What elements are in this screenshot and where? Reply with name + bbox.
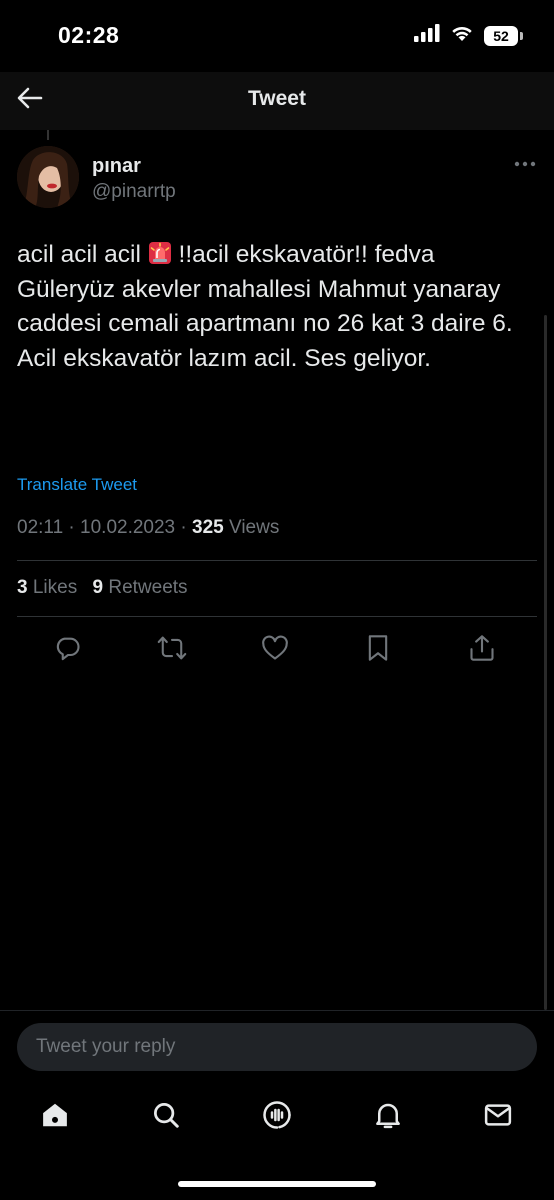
tweet-action-bar <box>0 630 554 670</box>
cellular-signal-icon <box>414 24 440 47</box>
tab-home[interactable] <box>35 1097 75 1137</box>
tweet-time: 02:11 <box>17 517 64 538</box>
like-icon <box>261 635 289 666</box>
reply-input[interactable] <box>34 1035 518 1059</box>
divider <box>0 1010 554 1011</box>
search-icon <box>151 1100 181 1135</box>
retweets-count: 9 <box>92 577 104 598</box>
home-indicator[interactable] <box>178 1181 376 1187</box>
share-button[interactable] <box>462 630 502 670</box>
like-button[interactable] <box>255 630 295 670</box>
retweets-label: Retweets <box>108 577 188 598</box>
likes-label: Likes <box>32 577 78 598</box>
thread-line <box>47 130 49 140</box>
tab-messages[interactable] <box>478 1097 518 1137</box>
translate-tweet-link[interactable]: Translate Tweet <box>17 475 137 495</box>
tab-notifications[interactable] <box>368 1097 408 1137</box>
spaces-icon <box>262 1100 292 1135</box>
retweet-button[interactable] <box>152 630 192 670</box>
divider <box>17 560 537 561</box>
bottom-tab-bar <box>0 1092 554 1142</box>
wifi-icon <box>450 24 474 47</box>
share-icon <box>469 634 495 667</box>
more-dots-icon <box>514 154 536 172</box>
author-display-name[interactable]: pınar <box>92 155 141 178</box>
header-bar: Tweet <box>0 72 554 130</box>
home-icon <box>40 1100 70 1135</box>
messages-icon <box>483 1100 513 1135</box>
bookmark-icon <box>366 634 390 667</box>
tab-search[interactable] <box>146 1097 186 1137</box>
views-count: 325 <box>192 517 224 538</box>
retweet-icon <box>157 634 187 667</box>
likes-stat[interactable]: 3 Likes <box>17 577 77 598</box>
avatar[interactable] <box>17 146 79 208</box>
tab-spaces[interactable] <box>257 1097 297 1137</box>
meta-separator: · <box>68 517 75 538</box>
author-handle[interactable]: @pinarrtp <box>92 181 176 203</box>
status-icons: 52 <box>414 24 523 47</box>
siren-emoji-icon <box>148 241 172 265</box>
page-title: Tweet <box>248 87 306 110</box>
tweet-stats: 3 Likes 9 Retweets <box>17 577 198 599</box>
scrollbar[interactable] <box>544 315 547 1010</box>
reply-icon <box>54 634 82 667</box>
reply-box[interactable] <box>17 1023 537 1071</box>
views-label: Views <box>229 517 280 538</box>
notifications-icon <box>373 1100 403 1135</box>
bookmark-button[interactable] <box>358 630 398 670</box>
status-bar: 02:28 52 <box>0 0 554 72</box>
likes-count: 3 <box>17 577 28 598</box>
tweet-text-part-1: acil acil acil <box>17 241 148 268</box>
tweet-meta: 02:11 · 10.02.2023 · 325 Views <box>17 517 279 539</box>
divider <box>17 616 537 617</box>
meta-separator: · <box>180 517 187 538</box>
status-time: 02:28 <box>58 22 120 48</box>
views-stat[interactable]: 325 Views <box>192 517 279 538</box>
battery-icon: 52 <box>484 25 523 46</box>
more-options-button[interactable] <box>512 150 538 176</box>
tweet-text: acil acil acil !!acil ekskavatör!! fedva… <box>17 238 537 376</box>
reply-button[interactable] <box>48 630 88 670</box>
retweets-stat[interactable]: 9 Retweets <box>93 577 188 598</box>
tweet-date: 10.02.2023 <box>80 517 176 538</box>
